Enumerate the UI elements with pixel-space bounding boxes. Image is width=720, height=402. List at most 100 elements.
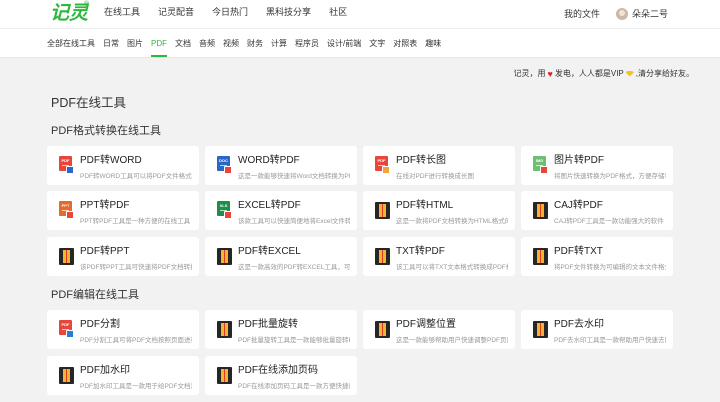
tool-description: PDF在线添加页码工具是一款方便快捷的工具 (238, 383, 350, 390)
tool-description: 将PDF文件转换为可编辑的文本文件格式 (554, 264, 666, 271)
tab-category[interactable]: 图片 (127, 29, 143, 59)
section-title-convert: PDF格式转换在线工具 (51, 125, 161, 137)
tool-card[interactable]: PDF转PPT 该PDF转PPT工具可快速将PDF文档转换 (47, 237, 199, 276)
tool-name: PDF在线添加页码 (238, 365, 318, 376)
tool-card[interactable]: PDF转EXCEL 这是一款高效的PDF转EXCEL工具，可以轻松转换 (205, 237, 357, 276)
tool-card[interactable]: PDF PDF转WORD PDF转WORD工具可以将PDF文件格式转换为WORD格式 (47, 146, 199, 185)
pdf-page-number-icon (217, 366, 232, 384)
tool-name: EXCEL转PDF (238, 200, 301, 211)
tool-description: PPT转PDF工具是一种方便的在线工具 (80, 218, 191, 225)
tab-category[interactable]: PDF (151, 29, 167, 59)
tool-name: PDF分割 (80, 319, 120, 330)
pdf-split-icon: PDF (59, 320, 74, 338)
nav-trending[interactable]: 今日热门 (212, 0, 248, 28)
notice-text-3: ,清分享给好友。 (635, 69, 694, 78)
tool-name: PDF转HTML (396, 200, 454, 211)
tool-card[interactable]: TXT转PDF 该工具可以将TXT文本格式转换成PDF格式 (363, 237, 515, 276)
tool-card[interactable]: CAJ转PDF CAJ转PDF工具是一款功能强大的软件 (521, 191, 673, 230)
tool-card[interactable]: PDF加水印 PDF加水印工具是一款用于给PDF文档添加水印 (47, 356, 199, 395)
user-area: 我的文件 朵朵二号 (564, 0, 668, 28)
my-files-link[interactable]: 我的文件 (564, 2, 600, 26)
tab-category[interactable]: 计算 (271, 29, 287, 59)
txt-to-pdf-icon (375, 247, 390, 265)
logo-text: 记灵 (50, 2, 89, 24)
pdf-rotate-icon (217, 320, 232, 338)
tool-description: PDF去水印工具是一款帮助用户快速去除水印 (554, 337, 666, 344)
tool-description: PDF分割工具可将PDF文档按照页面进行分割 (80, 337, 192, 344)
nav-dubbing[interactable]: 记灵配音 (158, 0, 194, 28)
tab-category[interactable]: 对照表 (393, 29, 417, 59)
tool-card[interactable]: PDF在线添加页码 PDF在线添加页码工具是一款方便快捷的工具 (205, 356, 357, 395)
caj-to-pdf-icon (533, 201, 548, 219)
tool-description: PDF转WORD工具可以将PDF文件格式转换为WORD格式 (80, 173, 192, 180)
image-to-pdf-icon: IMG (533, 156, 548, 174)
section-title-edit: PDF编辑在线工具 (51, 289, 139, 301)
heart-icon: ♥ (547, 68, 553, 79)
nav-tech-share[interactable]: 黑科技分享 (266, 0, 311, 28)
tool-card[interactable]: PDF PDF转长图 在线对PDF进行转换成长图 (363, 146, 515, 185)
tool-name: WORD转PDF (238, 155, 300, 166)
pdf-to-excel-icon (217, 247, 232, 265)
ppt-to-pdf-icon: PPT (59, 201, 74, 219)
main-nav: 在线工具 记灵配音 今日热门 黑科技分享 社区 (104, 0, 365, 28)
pdf-remove-watermark-icon (533, 320, 548, 338)
tool-card[interactable]: PDF PDF分割 PDF分割工具可将PDF文档按照页面进行分割 (47, 310, 199, 349)
tool-name: 图片转PDF (554, 155, 604, 166)
tab-category[interactable]: 设计/前端 (327, 29, 361, 59)
tab-category[interactable]: 全部在线工具 (47, 29, 95, 59)
tool-card[interactable]: PDF转HTML 这是一款将PDF文档转换为HTML格式的工具 (363, 191, 515, 230)
tool-name: PDF转PPT (80, 246, 130, 257)
tool-name: PDF调整位置 (396, 319, 456, 330)
tool-card[interactable]: IMG 图片转PDF 将图片快速转换为PDF格式，方便存储和分享 (521, 146, 673, 185)
category-tabs: 全部在线工具 日常 图片 PDF 文档 音频 视频 财务 计算 程序员 设计/前端 文字 对照表 趣味 (47, 29, 449, 59)
vip-notice: 记灵，用 ♥ 发电，人人都是VIP ,清分享给好友。 (514, 68, 694, 79)
nav-community[interactable]: 社区 (329, 0, 347, 28)
tool-card[interactable]: XLS EXCEL转PDF 该款工具可以快速简便地将Excel文件转换 (205, 191, 357, 230)
tab-category[interactable]: 视频 (223, 29, 239, 59)
tool-description: CAJ转PDF工具是一款功能强大的软件 (554, 218, 664, 225)
diamond-icon (625, 70, 634, 77)
tool-name: CAJ转PDF (554, 200, 603, 211)
tab-category[interactable]: 文字 (369, 29, 385, 59)
tool-description: PDF批量旋转工具是一款能够批量旋转PDF页面 (238, 337, 350, 344)
tool-description: 这是一款将PDF文档转换为HTML格式的工具 (396, 218, 508, 225)
tool-description: PDF加水印工具是一款用于给PDF文档添加水印 (80, 383, 192, 390)
tool-name: PDF去水印 (554, 319, 604, 330)
tool-name: PDF加水印 (80, 365, 130, 376)
tool-card[interactable]: PDF转TXT 将PDF文件转换为可编辑的文本文件格式 (521, 237, 673, 276)
top-navigation-bar: 记灵 ® 在线工具 记灵配音 今日热门 黑科技分享 社区 我的文件 朵朵二号 (0, 0, 720, 28)
tool-name: PDF转长图 (396, 155, 446, 166)
tab-category[interactable]: 日常 (103, 29, 119, 59)
tab-category[interactable]: 趣味 (425, 29, 441, 59)
tool-name: PDF转TXT (554, 246, 603, 257)
tool-card[interactable]: PPT PPT转PDF PPT转PDF工具是一种方便的在线工具 (47, 191, 199, 230)
tool-name: TXT转PDF (396, 246, 445, 257)
tool-description: 这是一款高效的PDF转EXCEL工具，可以轻松转换 (238, 264, 350, 271)
tab-category[interactable]: 音频 (199, 29, 215, 59)
pdf-reorder-icon (375, 320, 390, 338)
tool-description: 这是一款能够快速将Word文档转换为PDF格式 (238, 173, 350, 180)
tool-description: 该款工具可以快速简便地将Excel文件转换 (238, 218, 350, 225)
pdf-add-watermark-icon (59, 366, 74, 384)
username[interactable]: 朵朵二号 (632, 2, 668, 26)
pdf-to-image-icon: PDF (375, 156, 390, 174)
pdf-to-word-icon: PDF (59, 156, 74, 174)
page-title: PDF在线工具 (51, 96, 127, 110)
nav-online-tools[interactable]: 在线工具 (104, 0, 140, 28)
tool-name: PDF批量旋转 (238, 319, 298, 330)
site-logo[interactable]: 记灵 ® (50, 1, 90, 25)
tool-card[interactable]: PDF调整位置这是一款能够帮助用户快速调整PDF页面位置 (363, 310, 515, 349)
pdf-to-html-icon (375, 201, 390, 219)
avatar[interactable] (615, 8, 628, 20)
excel-to-pdf-icon: XLS (217, 201, 232, 219)
notice-text-2: 发电，人人都是VIP (554, 69, 624, 78)
tool-card[interactable]: PDF去水印 PDF去水印工具是一款帮助用户快速去除水印 (521, 310, 673, 349)
pdf-to-txt-icon (533, 247, 548, 265)
tab-category[interactable]: 程序员 (295, 29, 319, 59)
registered-mark: ® (84, 1, 90, 8)
tool-description: 该PDF转PPT工具可快速将PDF文档转换 (80, 264, 192, 271)
tool-card[interactable]: DOC WORD转PDF 这是一款能够快速将Word文档转换为PDF格式 (205, 146, 357, 185)
tab-category[interactable]: 财务 (247, 29, 263, 59)
tool-card[interactable]: PDF批量旋转 PDF批量旋转工具是一款能够批量旋转PDF页面 (205, 310, 357, 349)
tab-category[interactable]: 文档 (175, 29, 191, 59)
